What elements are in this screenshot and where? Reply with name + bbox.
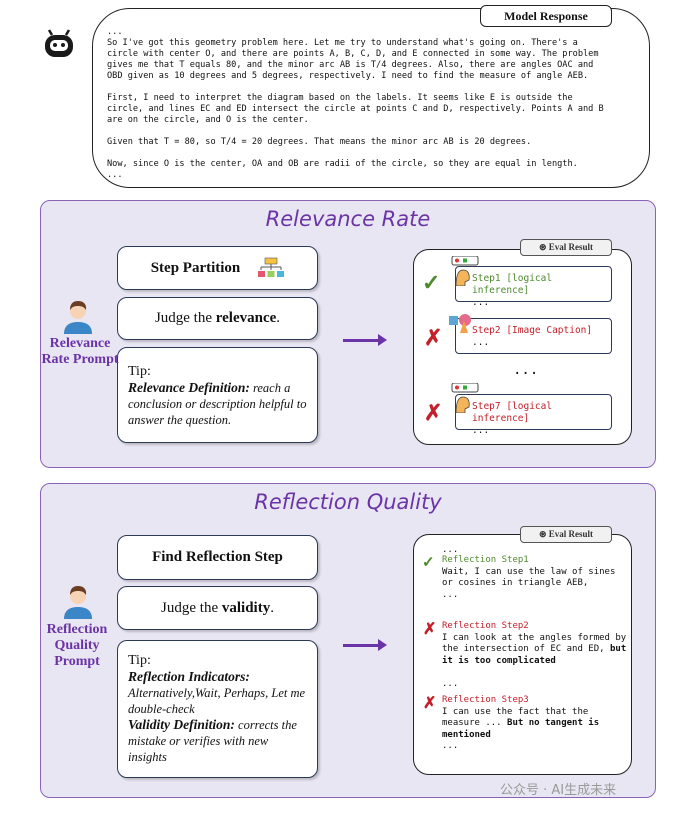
check-icon: ✓ <box>422 270 441 295</box>
step-label: Step1 [logical inference] <box>472 273 553 296</box>
reflection-step: Reflection Step1 Wait, I can use the law … <box>442 555 627 601</box>
step-body: ... <box>472 297 490 308</box>
judge-validity-box: Judge the validity. <box>117 586 318 630</box>
judge-prefix: Judge the <box>154 310 216 326</box>
judge-bold: validity <box>221 599 271 616</box>
eval-tag-label: Eval Result <box>548 529 594 539</box>
logic-head-icon <box>451 383 479 413</box>
step-label: Reflection Step3 <box>442 695 529 705</box>
logic-head-icon <box>451 256 479 286</box>
step-text: Wait, I can use the law of sines or cosi… <box>442 566 616 589</box>
reflection-step: Reflection Step3 I can use the fact that … <box>442 695 627 753</box>
step-label: Reflection Step1 <box>442 555 529 565</box>
indicators-title: Reflection Indicators: <box>128 669 250 684</box>
indicators-text: Alternatively,Wait, Perhaps, Let me doub… <box>128 686 306 716</box>
judge-relevance-box: Judge the relevance. <box>117 297 318 340</box>
arrow-icon <box>343 334 387 346</box>
panel-title: Reflection Quality <box>254 490 442 514</box>
ellipsis: ... <box>513 362 539 378</box>
step-body: ... <box>472 337 490 348</box>
robot-icon <box>45 29 73 57</box>
person-icon <box>64 586 92 619</box>
reflection-prompt-label: Reflection Quality Prompt <box>46 622 108 669</box>
validity-title: Validity Definition: <box>128 717 235 732</box>
judge-suffix: . <box>276 310 281 326</box>
step-partition-box: Step Partition <box>117 246 318 290</box>
step-label: Reflection Step2 <box>442 621 529 631</box>
find-reflection-step-box: Find Reflection Step <box>117 535 318 580</box>
eval-result-tag: ⊛ Eval Result <box>520 526 612 543</box>
cross-icon: ✗ <box>423 621 437 638</box>
arrow-icon <box>343 639 387 651</box>
step-label: Step2 [Image Caption] <box>472 325 593 336</box>
check-icon: ✓ <box>422 555 435 571</box>
person-icon <box>64 301 92 334</box>
model-response-bubble: ... So I've got this geometry problem he… <box>92 8 650 188</box>
cross-icon: ✗ <box>423 695 437 712</box>
cross-icon: ✗ <box>424 325 443 350</box>
step-tail: ... <box>442 679 459 689</box>
judge-bold: relevance <box>215 310 277 326</box>
definition-title: Relevance Definition: <box>128 380 250 395</box>
shapes-icon <box>449 314 471 333</box>
find-step-label: Find Reflection Step <box>152 549 283 565</box>
reflection-step: Reflection Step2 I can look at the angles… <box>442 621 627 691</box>
eval-result-tag: ⊛ Eval Result <box>520 239 612 256</box>
judge-suffix: . <box>270 599 274 616</box>
reflection-tip-box: Tip: Reflection Indicators: Alternativel… <box>117 640 318 778</box>
flowchart-icon <box>258 257 285 277</box>
tip-label: Tip: <box>128 653 151 668</box>
relevance-prompt-label: Relevance Rate Prompt <box>41 336 119 367</box>
panel-title: Relevance Rate <box>265 207 431 231</box>
watermark: 公众号 · AI生成未来 <box>500 783 617 798</box>
step-box: Step2 [Image Caption]... <box>455 318 612 354</box>
tip-label: Tip: <box>128 364 151 379</box>
relevance-tip-box: Tip: Relevance Definition: reach a concl… <box>117 347 318 443</box>
step-text: I can look at the angles formed by the i… <box>442 632 627 655</box>
openai-icon: ⊛ <box>538 242 549 252</box>
model-response-tag: Model Response <box>480 5 612 27</box>
step-partition-label: Step Partition <box>150 259 241 276</box>
eval-tag-label: Eval Result <box>548 242 594 252</box>
step-label: Step7 [logical inference] <box>472 401 553 424</box>
openai-icon: ⊛ <box>538 529 549 539</box>
step-body: ... <box>472 425 490 436</box>
step-tail: ... <box>442 741 459 751</box>
cross-icon: ✗ <box>424 400 443 425</box>
step-tail: ... <box>442 589 459 600</box>
judge-prefix: Judge the <box>161 599 222 616</box>
